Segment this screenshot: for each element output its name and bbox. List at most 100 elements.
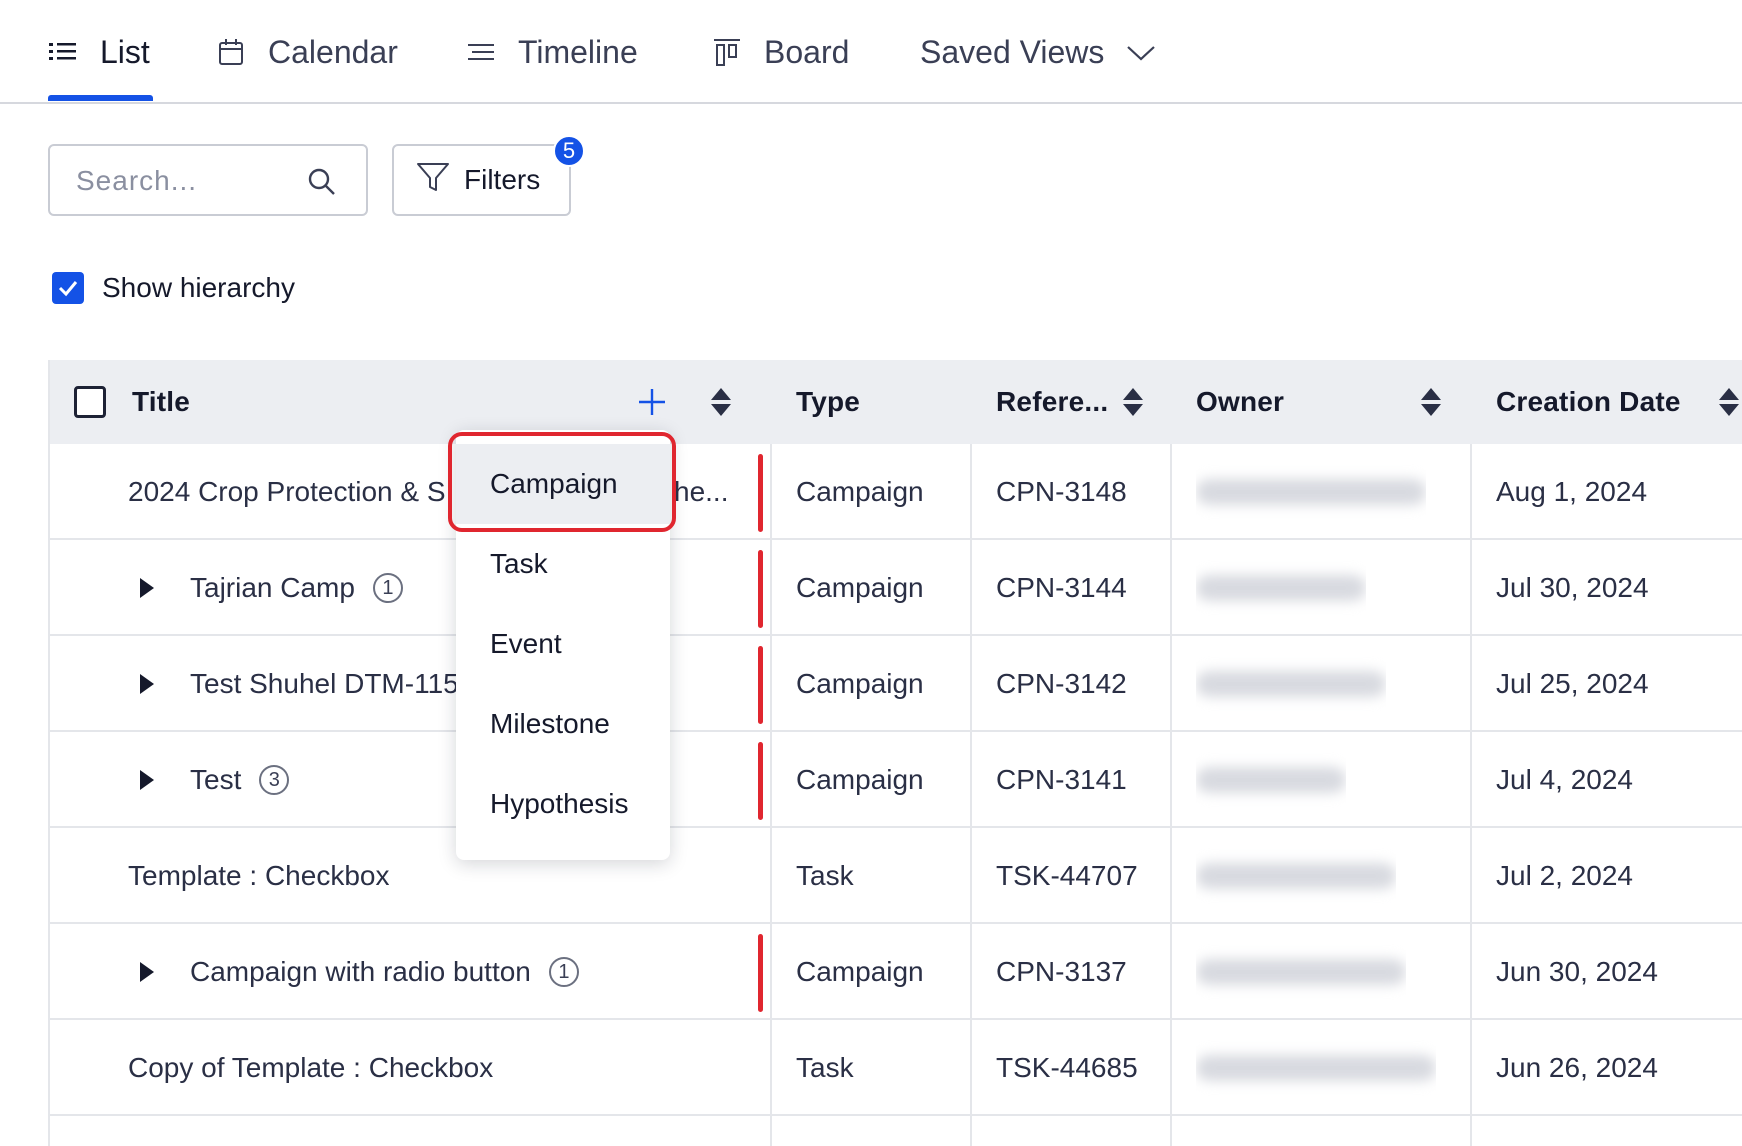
status-marker <box>758 934 763 1012</box>
search-box[interactable] <box>48 144 368 216</box>
menu-item-event[interactable]: Event <box>456 604 670 684</box>
row-date: Jul 2, 2024 <box>1496 860 1633 891</box>
row-owner <box>1196 828 1396 924</box>
filters-label: Filters <box>464 164 541 195</box>
tab-list-label: List <box>100 33 150 70</box>
owner-redacted <box>1196 863 1396 889</box>
row-title-text: Copy of Template : Checkbox <box>128 1052 494 1083</box>
row-title[interactable]: Test 3 <box>140 732 290 828</box>
tab-calendar[interactable]: Calendar <box>216 28 398 76</box>
tab-list[interactable]: List <box>48 28 150 76</box>
menu-item-hypothesis[interactable]: Hypothesis <box>456 764 670 844</box>
column-creation-date[interactable]: Creation Date <box>1496 360 1681 444</box>
search-icon[interactable] <box>306 166 338 198</box>
table-row[interactable]: Test 3 Campaign CPN-3141 Jul 4, 2024 <box>50 732 1742 828</box>
table-row[interactable]: Tajrian Camp 1 Campaign CPN-3144 Jul 30,… <box>50 540 1742 636</box>
column-title[interactable]: Title <box>132 360 190 444</box>
owner-redacted <box>1196 959 1406 985</box>
column-owner[interactable]: Owner <box>1196 360 1284 444</box>
timeline-icon <box>466 37 496 67</box>
check-icon <box>58 281 78 297</box>
row-reference[interactable]: CPN-3137 <box>996 924 1127 1020</box>
row-reference[interactable]: TSK-44685 <box>996 1020 1138 1116</box>
sort-title-icon[interactable] <box>710 386 732 418</box>
list-icon <box>48 37 78 67</box>
hierarchy-checkbox[interactable] <box>52 272 84 304</box>
menu-item-milestone[interactable]: Milestone <box>456 684 670 764</box>
tab-board[interactable]: Board <box>712 28 849 76</box>
row-type: Campaign <box>796 956 924 987</box>
tab-timeline[interactable]: Timeline <box>466 28 638 76</box>
table-row[interactable]: Template : Checkbox Task TSK-44707 Jul 2… <box>50 828 1742 924</box>
owner-redacted <box>1196 575 1366 601</box>
row-owner <box>1196 540 1366 636</box>
table-row[interactable]: Campaign with radio button 1 Campaign CP… <box>50 924 1742 1020</box>
row-owner <box>1196 732 1346 828</box>
row-owner <box>1196 636 1386 732</box>
child-count-badge: 1 <box>548 957 579 987</box>
filters-button[interactable]: Filters <box>392 144 571 216</box>
row-owner <box>1196 1020 1436 1116</box>
column-reference[interactable]: Refere... <box>996 360 1108 444</box>
table-row[interactable]: Copy of Template : Checkbox Task TSK-446… <box>50 1020 1742 1116</box>
row-reference[interactable]: CPN-3141 <box>996 732 1127 828</box>
tab-calendar-label: Calendar <box>268 33 398 70</box>
row-title-text: Template : Checkbox <box>128 860 390 891</box>
row-type: Campaign <box>796 668 924 699</box>
board-icon <box>712 37 742 67</box>
search-input[interactable] <box>76 162 296 200</box>
column-type[interactable]: Type <box>796 360 860 444</box>
row-title[interactable]: Copy of Template : Checkbox <box>128 1020 493 1116</box>
show-hierarchy-toggle[interactable]: Show hierarchy <box>52 272 295 304</box>
row-date: Jun 30, 2024 <box>1496 956 1658 987</box>
menu-item-task[interactable]: Task <box>456 524 670 604</box>
sort-owner-icon[interactable] <box>1420 386 1442 418</box>
chevron-down-icon <box>1126 37 1156 67</box>
add-item-icon[interactable] <box>636 386 668 418</box>
row-title[interactable]: Test Shuhel DTM-115 <box>140 636 459 732</box>
row-date: Jul 4, 2024 <box>1496 764 1633 795</box>
table-header: Title Type Refere... Owner Creation Date <box>50 360 1742 444</box>
owner-redacted <box>1196 671 1386 697</box>
sort-date-icon[interactable] <box>1718 386 1740 418</box>
filters-count-badge: 5 <box>553 135 585 167</box>
row-reference[interactable]: TSK-44707 <box>996 828 1138 924</box>
expand-caret-icon[interactable] <box>140 674 154 694</box>
sort-reference-icon[interactable] <box>1122 386 1144 418</box>
row-date: Jul 30, 2024 <box>1496 572 1649 603</box>
row-date: Aug 1, 2024 <box>1496 476 1648 507</box>
expand-caret-icon[interactable] <box>140 770 154 790</box>
row-title-tail: he... <box>674 476 729 507</box>
calendar-icon <box>216 37 246 67</box>
row-title-text: Tajrian Camp <box>190 572 355 603</box>
tab-saved-views[interactable]: Saved Views <box>920 28 1156 76</box>
row-title-text: 2024 Crop Protection & S <box>128 476 446 507</box>
row-type: Campaign <box>796 764 924 795</box>
hierarchy-label: Show hierarchy <box>102 272 295 303</box>
status-marker <box>758 550 763 628</box>
row-title-text: Test Shuhel DTM-115 <box>190 668 459 699</box>
active-tab-indicator <box>48 95 153 101</box>
row-title[interactable]: Tajrian Camp 1 <box>140 540 403 636</box>
tab-saved-views-label: Saved Views <box>920 33 1105 70</box>
row-date: Jun 26, 2024 <box>1496 1052 1658 1083</box>
tab-board-label: Board <box>764 33 850 70</box>
table-row[interactable]: Test Shuhel DTM-115 Campaign CPN-3142 Ju… <box>50 636 1742 732</box>
row-reference[interactable]: CPN-3142 <box>996 636 1127 732</box>
status-marker <box>758 646 763 724</box>
row-title[interactable]: Template : Checkbox <box>128 828 389 924</box>
owner-redacted <box>1196 767 1346 793</box>
view-tabs: List Calendar Timeline Board Saved Views <box>0 0 1742 104</box>
expand-caret-icon[interactable] <box>140 578 154 598</box>
expand-caret-icon[interactable] <box>140 962 154 982</box>
row-reference[interactable]: CPN-3144 <box>996 540 1127 636</box>
row-title-text: Campaign with radio button <box>190 956 531 987</box>
row-title[interactable]: 2024 Crop Protection & S <box>128 444 446 540</box>
items-table: Title Type Refere... Owner Creation Date… <box>48 360 1742 1146</box>
row-owner <box>1196 924 1406 1020</box>
row-owner <box>1196 444 1426 540</box>
row-title[interactable]: Campaign with radio button 1 <box>140 924 579 1020</box>
select-all-checkbox[interactable] <box>74 386 106 418</box>
row-reference[interactable]: CPN-3148 <box>996 444 1127 540</box>
table-row[interactable]: 2024 Crop Protection & S he... Campaign … <box>50 444 1742 540</box>
